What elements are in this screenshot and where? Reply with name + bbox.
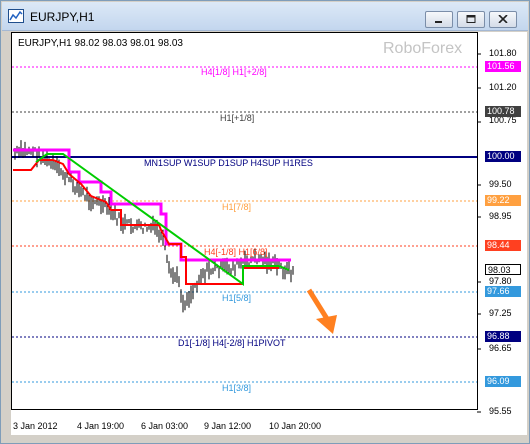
y-tick-label: 101.80 bbox=[489, 48, 517, 58]
level-label-h1-plus-1-8: H1[+1/8] bbox=[220, 113, 255, 123]
title-bar[interactable]: EURJPY,H1 bbox=[2, 2, 528, 31]
y-tick-label: 98.95 bbox=[489, 211, 512, 221]
price-box-101-56: 101.56 bbox=[485, 61, 521, 72]
close-icon bbox=[498, 15, 508, 23]
maximize-button[interactable] bbox=[457, 11, 485, 28]
current-price-box: 98.03 bbox=[485, 264, 521, 275]
price-box-98-44: 98.44 bbox=[485, 240, 521, 251]
x-tick-label: 6 Jan 03:00 bbox=[141, 421, 189, 431]
x-tick-label: 3 Jan 2012 bbox=[13, 421, 58, 431]
chart-area[interactable]: EURJPY,H1 98.02 98.03 98.01 98.03 RoboFo… bbox=[11, 32, 527, 435]
price-box-100-78: 100.78 bbox=[485, 106, 521, 117]
watermark-logo: RoboForex bbox=[383, 40, 463, 57]
close-button[interactable] bbox=[489, 11, 517, 28]
price-plot[interactable] bbox=[11, 32, 527, 435]
price-box-100-00: 100.00 bbox=[485, 151, 521, 162]
price-box-96-09: 96.09 bbox=[485, 376, 521, 387]
y-tick-label: 97.80 bbox=[489, 276, 512, 286]
level-label-mn1sup: MN1SUP W1SUP D1SUP H4SUP H1RES bbox=[144, 158, 313, 168]
x-tick-label: 10 Jan 20:00 bbox=[269, 421, 322, 431]
minimize-icon bbox=[435, 21, 442, 23]
level-label-d1-minus-1-8: D1[-1/8] H4[-2/8] H1PIVOT bbox=[178, 338, 286, 348]
y-tick-label: 99.50 bbox=[489, 179, 512, 189]
price-box-96-88: 96.88 bbox=[485, 331, 521, 342]
minimize-button[interactable] bbox=[425, 11, 453, 28]
maximize-icon bbox=[466, 15, 476, 23]
price-box-99-22: 99.22 bbox=[485, 195, 521, 206]
level-label-h1-3-8: H1[3/8] bbox=[222, 383, 252, 393]
level-label-h1-7-8: H1[7/8] bbox=[222, 202, 252, 212]
y-tick-label: 97.25 bbox=[489, 308, 512, 318]
x-tick-label: 9 Jan 12:00 bbox=[204, 421, 252, 431]
chart-window: EURJPY,H1 EURJPY,H1 98.02 98.03 98.01 98… bbox=[0, 0, 530, 444]
level-label-h1-5-8: H1[5/8] bbox=[222, 293, 252, 303]
y-tick-label: 101.20 bbox=[489, 82, 517, 92]
level-label-h4-minus-1-8: H4[-1/8] H1[6/8] bbox=[204, 247, 268, 257]
symbol-info: EURJPY,H1 98.02 98.03 98.01 98.03 bbox=[18, 38, 183, 49]
window-title: EURJPY,H1 bbox=[30, 10, 95, 24]
x-tick-label: 4 Jan 19:00 bbox=[77, 421, 125, 431]
level-label-h4-1-8: H4[1/8] H1[+2/8] bbox=[201, 67, 267, 77]
chart-window-icon bbox=[8, 9, 24, 23]
price-box-97-66: 97.66 bbox=[485, 286, 521, 297]
y-tick-label: 95.55 bbox=[489, 406, 512, 416]
y-tick-label: 96.65 bbox=[489, 343, 512, 353]
